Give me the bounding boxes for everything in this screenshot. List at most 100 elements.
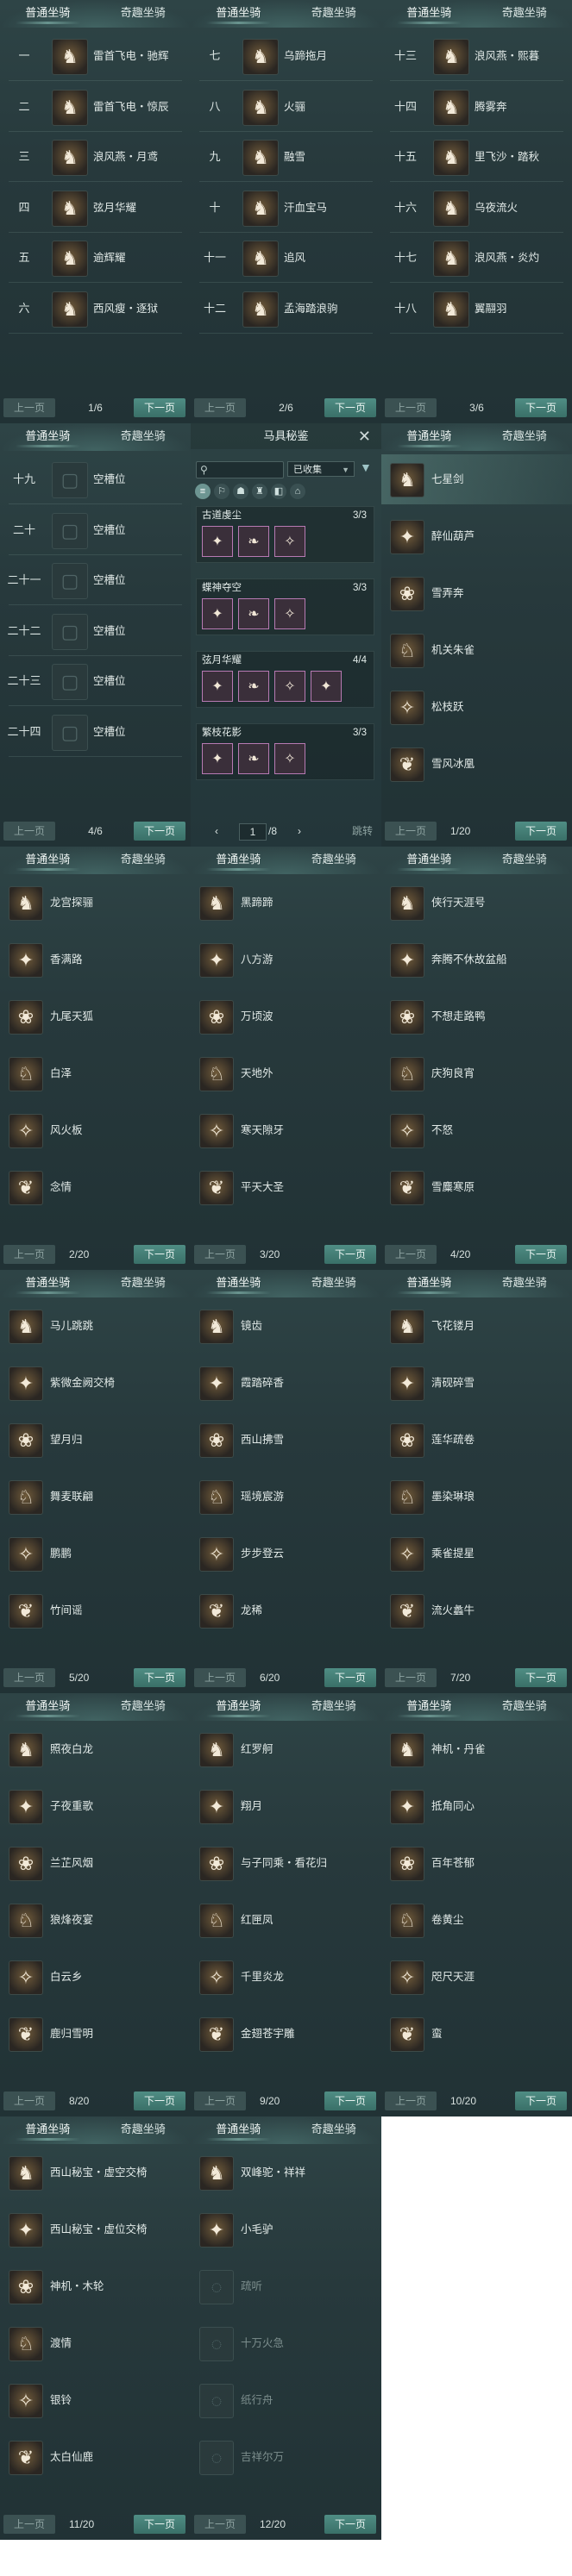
gear-item-icon[interactable]: ✦ [202, 671, 233, 702]
mount-list-item[interactable]: ✦ 翔月 [191, 1781, 381, 1831]
prev-page-button[interactable]: 上一页 [194, 1245, 246, 1264]
mount-list-item[interactable]: ❦ 龙稀 [191, 1585, 381, 1635]
tab-normal-mounts[interactable]: 普通坐骑 [0, 1693, 96, 1724]
prev-page-button[interactable]: 上一页 [385, 1668, 437, 1687]
mount-slot-row[interactable]: 五 ♞ 逾辉耀 [0, 233, 191, 283]
gear-set-card[interactable]: 古道虔尘 3/3 ✦ ❧ ✧ [196, 506, 374, 563]
gear-set-card[interactable]: 繁枝花影 3/3 ✦ ❧ ✧ [196, 723, 374, 780]
mount-list-item[interactable]: ❦ 雪风冰凰 [381, 739, 572, 789]
mount-slot-row[interactable]: 二十一 ▢ 空槽位 [0, 555, 191, 605]
mount-slot-row[interactable]: 三 ♞ 浪风燕・月鸢 [0, 132, 191, 182]
next-page-button[interactable]: 下一页 [515, 822, 567, 841]
next-page-button[interactable]: 下一页 [515, 398, 567, 417]
tab-fancy-mounts[interactable]: 奇趣坐骑 [286, 2116, 382, 2148]
gear-item-icon[interactable]: ✦ [202, 598, 233, 629]
mount-list-item[interactable]: ✧ 不怒 [381, 1105, 572, 1155]
mount-slot-row[interactable]: 二十二 ▢ 空槽位 [0, 606, 191, 656]
tab-fancy-mounts[interactable]: 奇趣坐骑 [96, 1693, 192, 1724]
category-icon[interactable]: ♜ [252, 484, 267, 499]
gear-item-icon[interactable]: ❧ [238, 671, 269, 702]
next-page-button[interactable]: 下一页 [515, 1245, 567, 1264]
mount-slot-row[interactable]: 十七 ♞ 浪风燕・炎灼 [381, 233, 572, 283]
mount-list-item[interactable]: ♞ 龙宫探骊 [0, 878, 191, 928]
gear-item-icon[interactable]: ✧ [274, 671, 305, 702]
mount-slot-row[interactable]: 十二 ♞ 孟海踏浪驹 [191, 284, 381, 334]
mount-list-item[interactable]: ❦ 流火蠡牛 [381, 1585, 572, 1635]
mount-list-item[interactable]: ❦ 金翅苍宇雕 [191, 2009, 381, 2059]
mount-list-item[interactable]: ♘ 卷黄尘 [381, 1895, 572, 1945]
gear-item-icon[interactable]: ✧ [274, 598, 305, 629]
gear-item-icon[interactable]: ✦ [202, 526, 233, 557]
mount-list-item[interactable]: ✧ 银铃 [0, 2375, 191, 2425]
next-page-button[interactable]: 下一页 [324, 2091, 376, 2110]
prev-page-button[interactable]: 上一页 [3, 1668, 55, 1687]
mount-list-item[interactable]: ✦ 清砚碎雪 [381, 1358, 572, 1408]
tab-normal-mounts[interactable]: 普通坐骑 [381, 847, 477, 878]
mount-list-item[interactable]: ♘ 红匣凤 [191, 1895, 381, 1945]
mount-list-item[interactable]: ❀ 与子同乘・看花归 [191, 1838, 381, 1888]
mount-slot-row[interactable]: 六 ♞ 西风瘦・逐狱 [0, 284, 191, 334]
mount-list-item[interactable]: ✦ 醉仙葫芦 [381, 511, 572, 561]
collection-filter-dropdown[interactable]: 已收集 ▼ [287, 461, 355, 477]
mount-list-item[interactable]: ❀ 西山拂雪 [191, 1415, 381, 1465]
next-page-button[interactable]: 下一页 [134, 1668, 185, 1687]
mount-list-item[interactable]: ❦ 平天大圣 [191, 1162, 381, 1212]
mount-list-item[interactable]: ✦ 小毛驴 [191, 2204, 381, 2254]
mount-list-item[interactable]: ✦ 香满路 [0, 935, 191, 985]
mount-slot-row[interactable]: 二十 ▢ 空槽位 [0, 505, 191, 555]
mount-list-item[interactable]: ✧ 咫尺天涯 [381, 1952, 572, 2002]
prev-page-button[interactable]: 上一页 [385, 822, 437, 841]
tab-normal-mounts[interactable]: 普通坐骑 [0, 0, 96, 31]
mount-list-item[interactable]: ❀ 百年苍郁 [381, 1838, 572, 1888]
mount-list-item[interactable]: ♞ 飞花镂月 [381, 1301, 572, 1351]
prev-page-button[interactable]: 上一页 [3, 2091, 55, 2110]
mount-list-item[interactable]: ✧ 千里炎龙 [191, 1952, 381, 2002]
tab-fancy-mounts[interactable]: 奇趣坐骑 [477, 847, 572, 878]
next-page-button[interactable]: 下一页 [515, 2091, 567, 2110]
mount-slot-row[interactable]: 二十三 ▢ 空槽位 [0, 656, 191, 706]
mount-slot-row[interactable]: 二 ♞ 雷首飞电・惊辰 [0, 82, 191, 132]
tab-normal-mounts[interactable]: 普通坐骑 [381, 423, 477, 454]
tab-fancy-mounts[interactable]: 奇趣坐骑 [96, 423, 192, 454]
mount-list-item[interactable]: ◌ 吉祥尔万 [191, 2432, 381, 2482]
mount-list-item[interactable]: ❀ 莲华疏卷 [381, 1415, 572, 1465]
tab-normal-mounts[interactable]: 普通坐骑 [191, 0, 286, 31]
next-page-button[interactable]: 下一页 [134, 822, 185, 841]
tab-normal-mounts[interactable]: 普通坐骑 [381, 1270, 477, 1301]
mount-list-item[interactable]: ♘ 墨染琳琅 [381, 1472, 572, 1522]
tab-normal-mounts[interactable]: 普通坐骑 [0, 423, 96, 454]
tab-normal-mounts[interactable]: 普通坐骑 [0, 2116, 96, 2148]
mount-list-item[interactable]: ✦ 抵角同心 [381, 1781, 572, 1831]
search-input[interactable]: ⚲ [196, 461, 284, 478]
next-page-button[interactable]: 下一页 [324, 1668, 376, 1687]
tab-fancy-mounts[interactable]: 奇趣坐骑 [477, 1270, 572, 1301]
mount-list-item[interactable]: ♘ 舞麦联翩 [0, 1472, 191, 1522]
mount-list-item[interactable]: ❀ 万顷波 [191, 991, 381, 1041]
mount-list-item[interactable]: ♞ 神机・丹雀 [381, 1724, 572, 1774]
gear-item-icon[interactable]: ✧ [274, 526, 305, 557]
next-page-button[interactable]: 下一页 [134, 2515, 185, 2534]
mount-list-item[interactable]: ◌ 十万火急 [191, 2318, 381, 2368]
mount-slot-row[interactable]: 七 ♞ 乌蹄拖月 [191, 31, 381, 81]
tab-normal-mounts[interactable]: 普通坐骑 [191, 2116, 286, 2148]
mount-list-item[interactable]: ✧ 寒天隙牙 [191, 1105, 381, 1155]
tab-normal-mounts[interactable]: 普通坐骑 [0, 1270, 96, 1301]
mount-list-item[interactable]: ♞ 照夜白龙 [0, 1724, 191, 1774]
prev-page-button[interactable]: 上一页 [385, 1245, 437, 1264]
gear-set-card[interactable]: 弦月华耀 4/4 ✦ ❧ ✧ ✦ [196, 651, 374, 708]
mount-list-item[interactable]: ♘ 渡情 [0, 2318, 191, 2368]
gear-item-icon[interactable]: ✧ [274, 743, 305, 774]
mount-list-item[interactable]: ♘ 庆狗良宵 [381, 1048, 572, 1098]
mount-list-item[interactable]: ✧ 松枝跃 [381, 682, 572, 732]
mount-list-item[interactable]: ✦ 子夜重歌 [0, 1781, 191, 1831]
mount-list-item[interactable]: ♘ 狼烽夜宴 [0, 1895, 191, 1945]
next-page-button[interactable]: 下一页 [324, 398, 376, 417]
mount-list-item[interactable]: ♞ 侠行天涯号 [381, 878, 572, 928]
mount-slot-row[interactable]: 十九 ▢ 空槽位 [0, 454, 191, 504]
next-page-button[interactable]: 下一页 [134, 1245, 185, 1264]
prev-page-button[interactable]: 上一页 [194, 2515, 246, 2534]
tab-fancy-mounts[interactable]: 奇趣坐骑 [96, 847, 192, 878]
prev-page-button[interactable]: 上一页 [194, 2091, 246, 2110]
mount-list-item[interactable]: ❦ 鹿归雪明 [0, 2009, 191, 2059]
prev-arrow-icon[interactable]: ‹ [215, 822, 218, 841]
